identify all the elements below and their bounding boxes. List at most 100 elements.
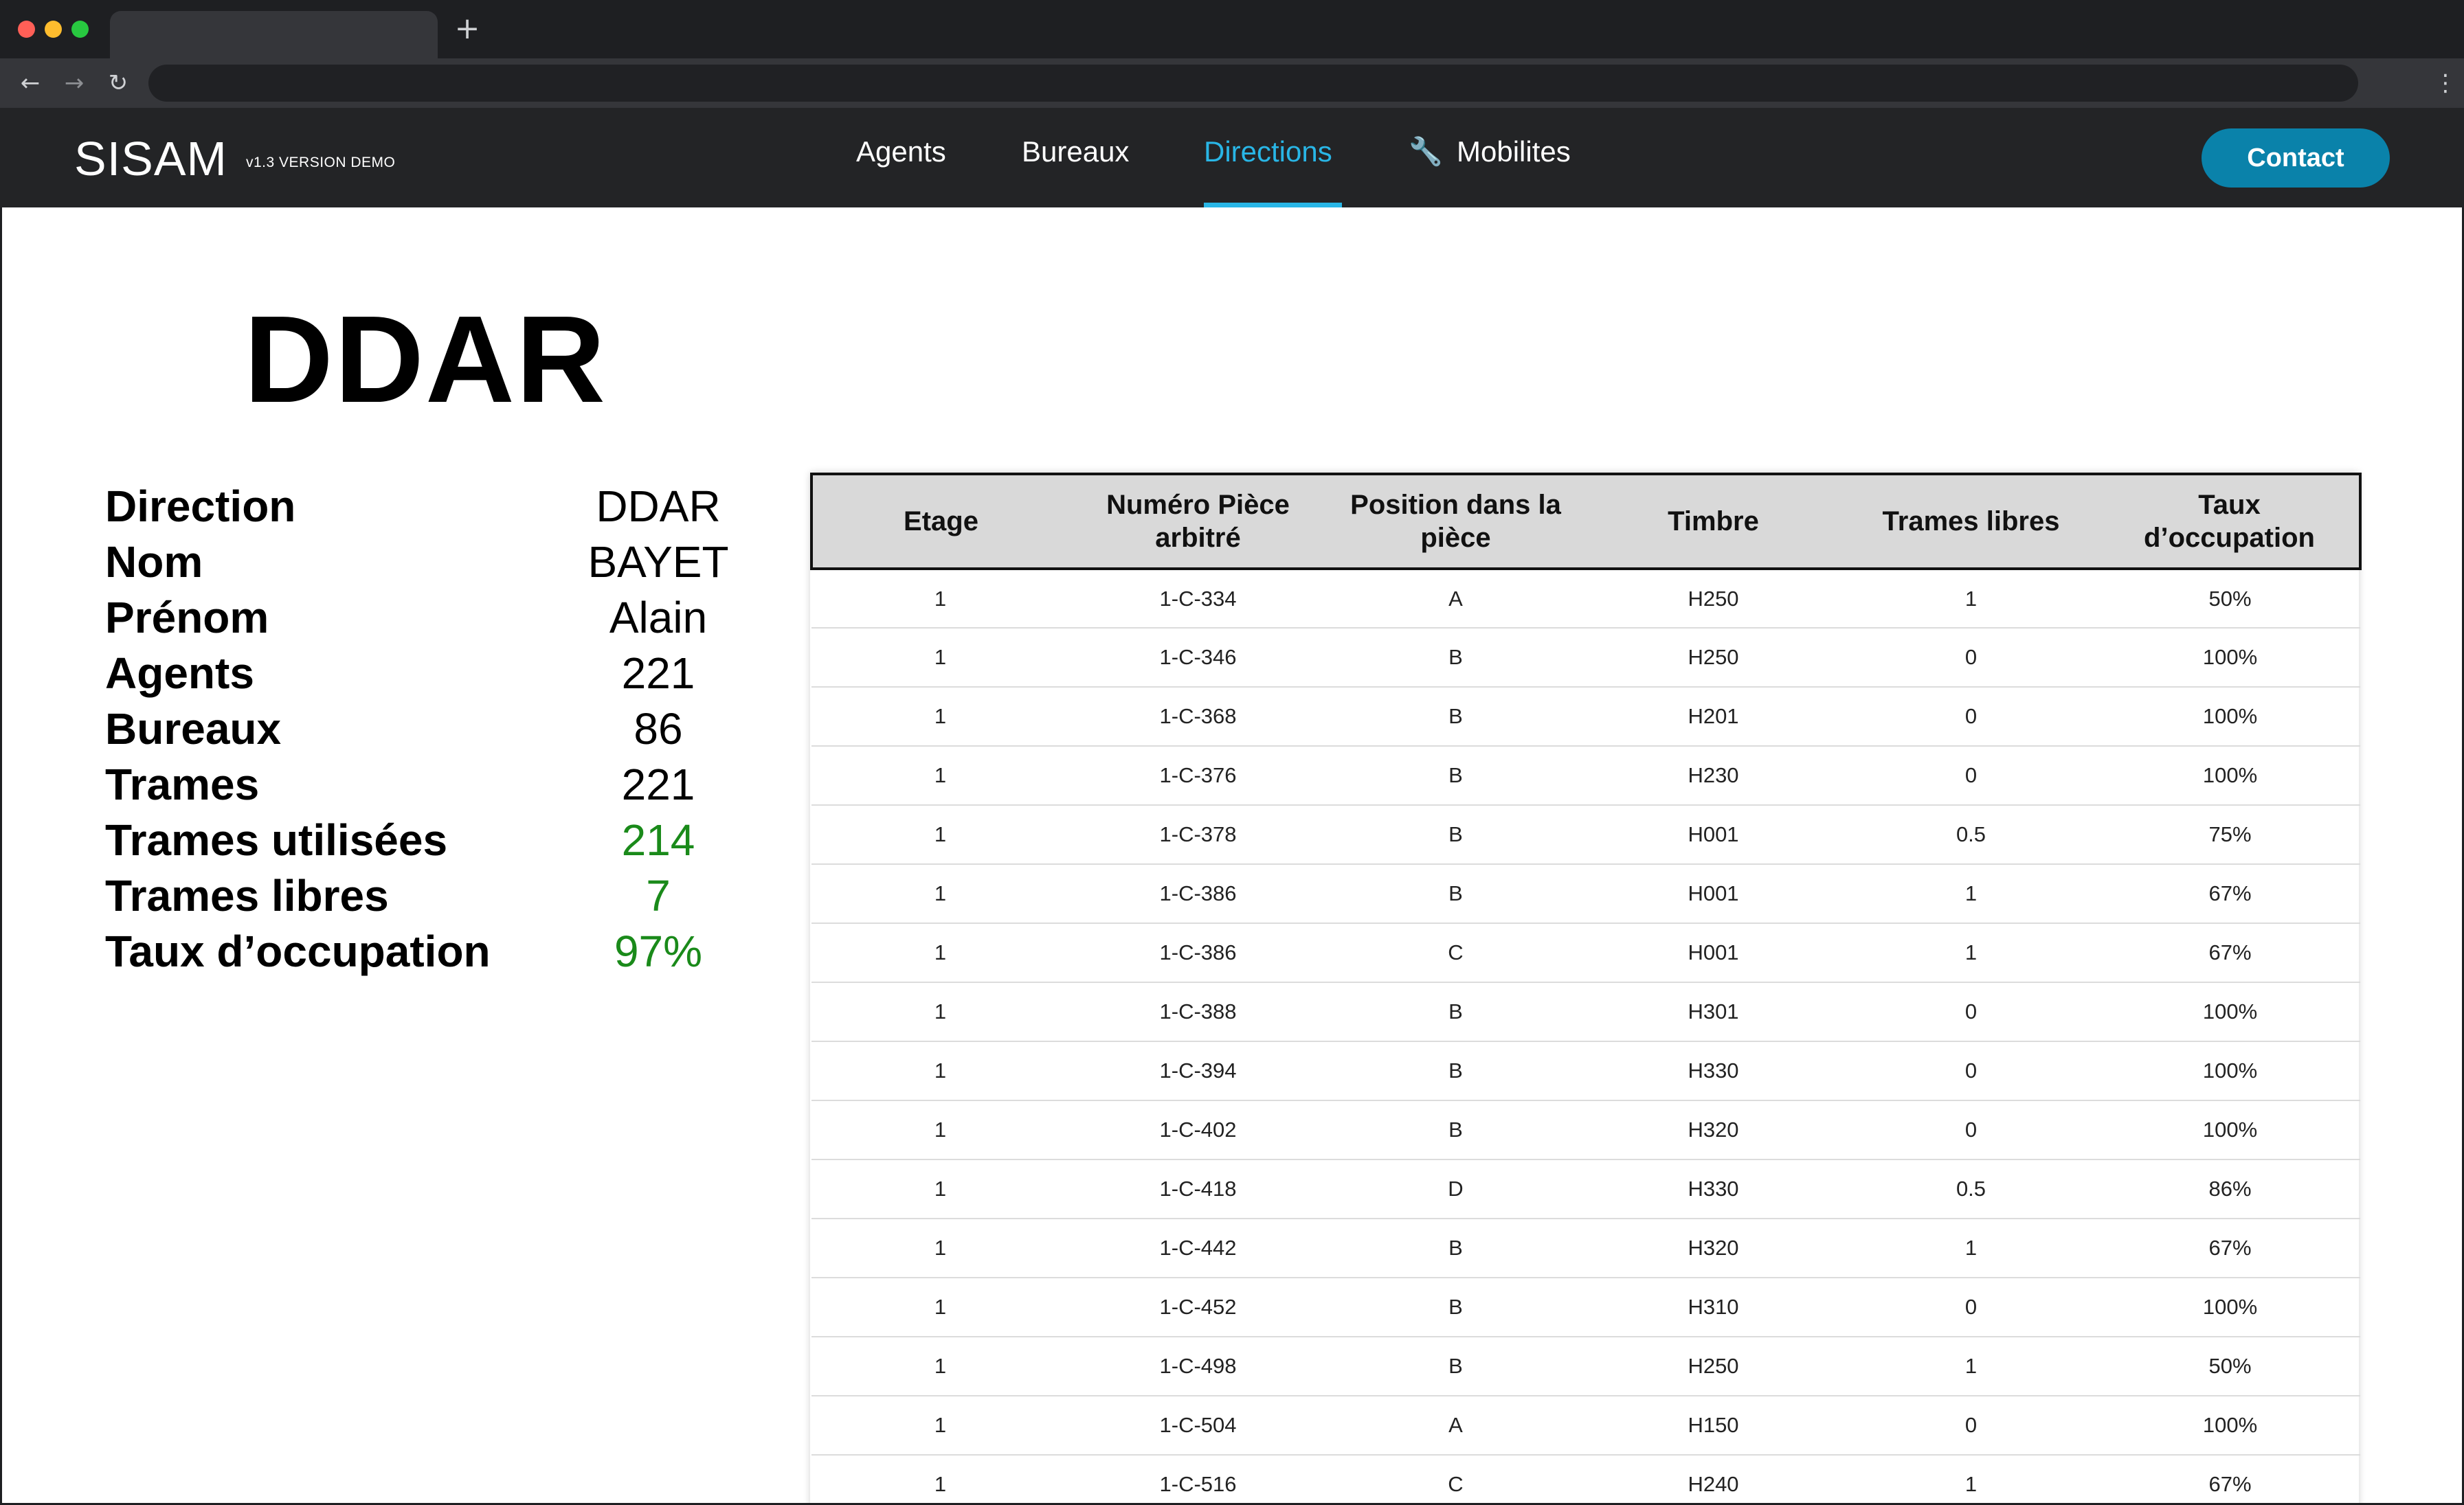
column-header[interactable]: Position dans la pièce <box>1327 473 1584 570</box>
table-row[interactable]: 1 1-C-346 B H250 0 100% <box>811 628 2360 688</box>
browser-tab[interactable] <box>110 11 438 58</box>
table-cell: 0.5 <box>1842 1159 2100 1219</box>
table-cell: 1 <box>811 628 1069 688</box>
table-cell: H001 <box>1584 805 1842 865</box>
reload-icon[interactable]: ↻ <box>103 68 133 98</box>
column-header[interactable]: Trames libres <box>1842 473 2100 570</box>
address-bar[interactable] <box>148 65 2358 102</box>
table-cell: 1 <box>811 923 1069 983</box>
table-cell: 100% <box>2100 1100 2360 1160</box>
table-row[interactable]: 1 1-C-418 D H330 0.5 86% <box>811 1159 2360 1219</box>
page-title: DDAR <box>244 291 607 429</box>
table-cell: 1 <box>811 1396 1069 1456</box>
table-cell: 1 <box>811 1159 1069 1219</box>
table-cell: 50% <box>2100 569 2360 629</box>
brand-logo[interactable]: SISAM <box>74 131 227 186</box>
info-label: Bureaux <box>105 704 282 754</box>
table-row[interactable]: 1 1-C-442 B H320 1 67% <box>811 1219 2360 1278</box>
table-cell: 67% <box>2100 864 2360 924</box>
table-cell: B <box>1327 864 1584 924</box>
table-cell: 1 <box>811 1041 1069 1101</box>
table-cell: 1-C-334 <box>1069 569 1327 629</box>
table-row[interactable]: 1 1-C-452 B H310 0 100% <box>811 1278 2360 1337</box>
table-cell: H320 <box>1584 1219 1842 1278</box>
table-cell: 75% <box>2100 805 2360 865</box>
table-row[interactable]: 1 1-C-504 A H150 0 100% <box>811 1396 2360 1456</box>
table-cell: C <box>1327 1455 1584 1503</box>
table-cell: B <box>1327 628 1584 688</box>
info-value: 221 <box>621 648 695 698</box>
table-cell: H001 <box>1584 923 1842 983</box>
table-row[interactable]: 1 1-C-376 B H230 0 100% <box>811 746 2360 806</box>
table-cell: 86% <box>2100 1159 2360 1219</box>
table-row[interactable]: 1 1-C-368 B H201 0 100% <box>811 687 2360 747</box>
table-row[interactable]: 1 1-C-516 C H240 1 67% <box>811 1455 2360 1503</box>
table-cell: 1 <box>811 1455 1069 1503</box>
app-header: SISAM v1.3 VERSION DEMO Agents Bureaux D… <box>0 108 2464 207</box>
table-row[interactable]: 1 1-C-498 B H250 1 50% <box>811 1337 2360 1396</box>
table-cell: 67% <box>2100 1455 2360 1503</box>
table-cell: 1-C-452 <box>1069 1278 1327 1337</box>
table-cell: 1 <box>811 1100 1069 1160</box>
table-row[interactable]: 1 1-C-386 C H001 1 67% <box>811 923 2360 983</box>
back-arrow-icon[interactable]: ← <box>15 68 45 98</box>
table-cell: 0.5 <box>1842 805 2100 865</box>
nav-mobilites[interactable]: Mobilites <box>1457 135 1571 168</box>
table-cell: 100% <box>2100 1278 2360 1337</box>
nav-directions[interactable]: Directions <box>1204 135 1332 168</box>
nav-bureaux[interactable]: Bureaux <box>1022 135 1129 168</box>
table-cell: 1 <box>811 569 1069 629</box>
table-row[interactable]: 1 1-C-394 B H330 0 100% <box>811 1041 2360 1101</box>
table-cell: 1 <box>811 1278 1069 1337</box>
table-cell: B <box>1327 1278 1584 1337</box>
browser-menu-icon[interactable]: ⋮ <box>2434 68 2457 98</box>
table-cell: 100% <box>2100 746 2360 806</box>
table-cell: H301 <box>1584 982 1842 1042</box>
column-header[interactable]: Numéro Pièce arbitré <box>1069 473 1327 570</box>
table-cell: 1 <box>811 805 1069 865</box>
table-cell: C <box>1327 923 1584 983</box>
info-value: 86 <box>634 704 683 754</box>
table-cell: B <box>1327 1100 1584 1160</box>
table-cell: 1 <box>811 1337 1069 1396</box>
table-cell: H230 <box>1584 746 1842 806</box>
table-cell: 1-C-368 <box>1069 687 1327 747</box>
table-cell: 100% <box>2100 628 2360 688</box>
table-row[interactable]: 1 1-C-402 B H320 0 100% <box>811 1100 2360 1160</box>
table-row[interactable]: 1 1-C-388 B H301 0 100% <box>811 982 2360 1042</box>
new-tab-icon[interactable]: + <box>453 14 481 44</box>
forward-arrow-icon[interactable]: → <box>59 68 89 98</box>
info-label: Trames libres <box>105 871 389 920</box>
info-value: 214 <box>621 815 695 865</box>
nav-active-indicator <box>1204 203 1342 207</box>
info-label: Taux d’occupation <box>105 927 491 976</box>
column-header[interactable]: Timbre <box>1584 473 1842 570</box>
table-cell: H150 <box>1584 1396 1842 1456</box>
table-row[interactable]: 1 1-C-334 A H250 1 50% <box>811 569 2360 629</box>
contact-button[interactable]: Contact <box>2202 128 2390 188</box>
table-cell: 1 <box>811 1219 1069 1278</box>
close-window-button[interactable] <box>18 21 35 38</box>
table-cell: 1-C-418 <box>1069 1159 1327 1219</box>
table-cell: H250 <box>1584 628 1842 688</box>
main-content: DDAR Direction DDAR Nom BAYET Prénom Alain Age… <box>2 207 2462 1503</box>
table-row[interactable]: 1 1-C-378 B H001 0.5 75% <box>811 805 2360 865</box>
maximize-window-button[interactable] <box>71 21 89 38</box>
table-cell: H250 <box>1584 1337 1842 1396</box>
table-cell: 1-C-442 <box>1069 1219 1327 1278</box>
table-row[interactable]: 1 1-C-386 B H001 1 67% <box>811 864 2360 924</box>
info-label: Nom <box>105 537 203 587</box>
table-cell: 1-C-516 <box>1069 1455 1327 1503</box>
nav-mobilites-label: Mobilites <box>1457 135 1571 168</box>
column-header[interactable]: Etage <box>810 473 1069 570</box>
column-header[interactable]: Taux d’occupation <box>2100 473 2362 570</box>
table-cell: B <box>1327 1041 1584 1101</box>
offices-table-container[interactable]: Etage Numéro Pièce arbitré Position dans l… <box>810 473 2362 1503</box>
table-cell: A <box>1327 569 1584 629</box>
nav-agents[interactable]: Agents <box>856 135 946 168</box>
info-value: 221 <box>621 760 695 809</box>
info-value: Alain <box>609 593 708 642</box>
table-header-row: Etage Numéro Pièce arbitré Position dans l… <box>810 473 2362 570</box>
browser-toolbar: ← → ↻ ⋮ <box>0 58 2464 108</box>
minimize-window-button[interactable] <box>45 21 62 38</box>
